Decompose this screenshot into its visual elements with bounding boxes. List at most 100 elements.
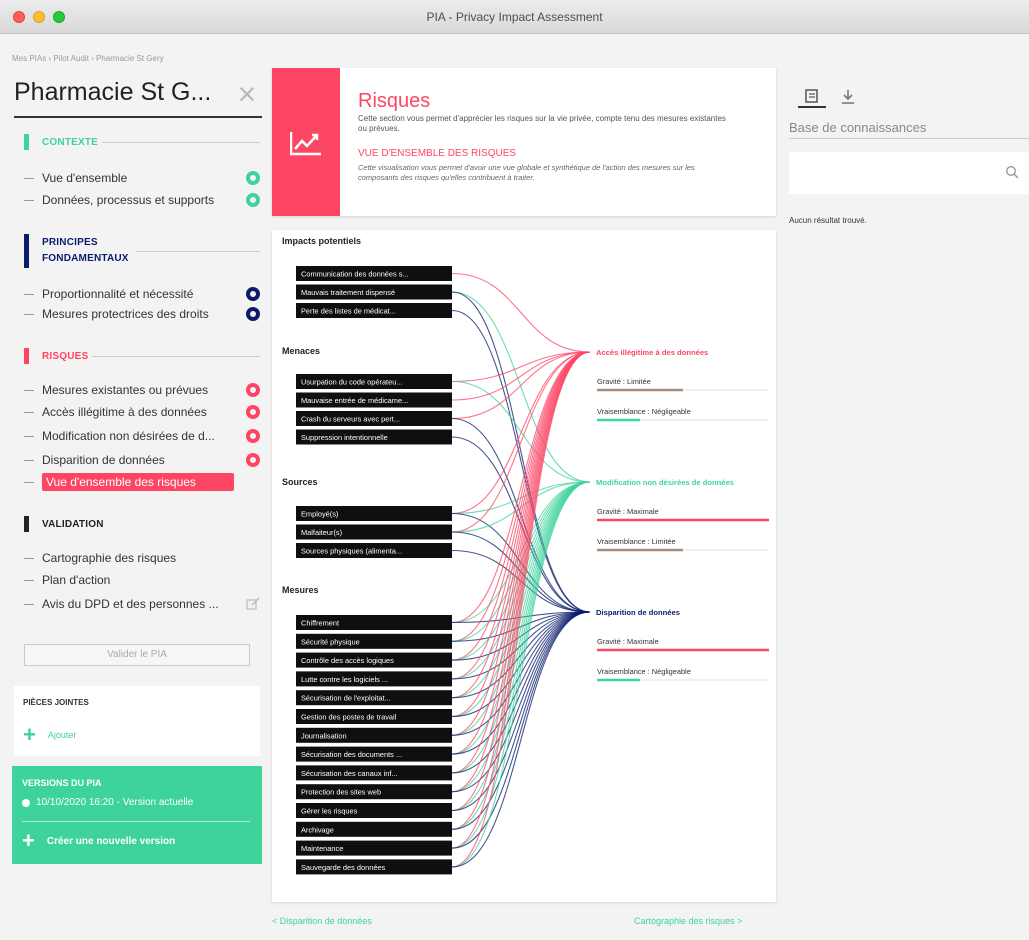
component-node[interactable]: Usurpation du code opérateu... bbox=[296, 374, 452, 389]
window-titlebar: PIA - Privacy Impact Assessment bbox=[0, 0, 1029, 34]
gear-icon bbox=[246, 287, 260, 301]
sidebar-item-label: Disparition de données bbox=[42, 453, 165, 467]
likelihood-label: Vraisemblance : Limitée bbox=[597, 537, 676, 546]
current-version[interactable]: 10/10/2020 16:20 - Version actuelle bbox=[22, 797, 193, 808]
component-node[interactable]: Protection des sites web bbox=[296, 784, 452, 800]
component-node[interactable]: Gérer les risques bbox=[296, 803, 452, 818]
component-node[interactable]: Gestion des postes de travail bbox=[296, 709, 452, 724]
pia-title: Pharmacie St G... bbox=[14, 78, 212, 106]
risk-link bbox=[451, 351, 591, 401]
component-node[interactable]: Crash du serveurs avec pert... bbox=[296, 411, 452, 426]
component-node[interactable]: Sécurité physique bbox=[296, 633, 452, 649]
component-node[interactable]: Sauvegarde des données bbox=[296, 859, 452, 875]
sidebar-item-proportionnalite-et-necessite[interactable]: Proportionnalité et nécessité bbox=[24, 284, 260, 304]
section-rule bbox=[102, 141, 260, 143]
close-icon[interactable]: × bbox=[232, 78, 262, 110]
component-node[interactable]: Sécurisation des canaux inf... bbox=[296, 765, 452, 781]
component-node[interactable]: Suppression intentionnelle bbox=[296, 429, 452, 445]
item-dash bbox=[24, 411, 34, 413]
risk-node[interactable]: Modification non désirées de données Grav… bbox=[596, 478, 769, 552]
likelihood-label: Vraisemblance : Négligeable bbox=[597, 667, 691, 676]
sidebar-item-label: Accès illégitime à des données bbox=[42, 405, 207, 419]
risk-link bbox=[451, 351, 591, 736]
item-dash bbox=[24, 199, 34, 201]
sidebar-item-label: Données, processus et supports bbox=[42, 193, 215, 207]
component-node-label: Lutte contre les logiciels ... bbox=[301, 675, 388, 684]
tab-export[interactable] bbox=[834, 86, 862, 108]
component-node-label: Sécurisation des canaux inf... bbox=[301, 769, 398, 778]
sidebar-item-label: Vue d'ensemble des risques bbox=[42, 473, 234, 491]
component-node[interactable]: Employé(s) bbox=[296, 506, 452, 521]
gear-icon bbox=[246, 193, 260, 207]
sidebar-item-mesures-existantes-ou-prevues[interactable]: Mesures existantes ou prévues bbox=[24, 380, 260, 400]
component-node[interactable]: Journalisation bbox=[296, 727, 452, 743]
sidebar-item-avis-du-dpd-et-des-personnes[interactable]: Avis du DPD et des personnes ... bbox=[24, 594, 260, 614]
component-node-label: Archivage bbox=[301, 825, 334, 834]
component-node-label: Sauvegarde des données bbox=[301, 863, 386, 872]
trend-chart-icon bbox=[290, 132, 321, 156]
search-icon[interactable] bbox=[1005, 165, 1019, 179]
risk-node[interactable]: Accès illégitime à des données Gravité : … bbox=[596, 348, 769, 422]
sidebar-item-vue-d-ensemble-des-risques[interactable]: Vue d'ensemble des risques bbox=[24, 472, 260, 492]
edit-icon[interactable] bbox=[246, 597, 260, 611]
plus-icon: + bbox=[23, 722, 36, 747]
risk-node[interactable]: Disparition de données Gravité : Maximale… bbox=[596, 608, 769, 682]
app: Mes PIAs › Pilot Audit › Pharmacie St Ge… bbox=[0, 34, 1029, 940]
sidebar-item-mesures-protectrices-des-droits[interactable]: Mesures protectrices des droits bbox=[24, 304, 260, 324]
section-subtitle: VUE D'ENSEMBLE DES RISQUES bbox=[358, 148, 517, 159]
component-node[interactable]: Chiffrement bbox=[296, 615, 452, 630]
gear-icon bbox=[246, 453, 260, 467]
next-section-link[interactable]: Cartographie des risques > bbox=[634, 916, 742, 926]
sidebar-item-cartographie-des-risques[interactable]: Cartographie des risques bbox=[24, 548, 260, 568]
component-node-label: Perte des listes de médicat... bbox=[301, 307, 396, 316]
risk-link bbox=[451, 481, 591, 812]
sidebar-item-acces-illegitime-a-des-donnees[interactable]: Accès illégitime à des données bbox=[24, 402, 260, 422]
component-node[interactable]: Sources physiques (alimenta... bbox=[296, 543, 452, 558]
component-node-label: Employé(s) bbox=[301, 510, 338, 519]
item-dash bbox=[24, 603, 34, 605]
component-node[interactable]: Maintenance bbox=[296, 840, 452, 856]
section-title: RISQUES bbox=[42, 350, 89, 362]
gravity-label: Gravité : Limitée bbox=[597, 377, 651, 386]
component-node[interactable]: Sécurisation des documents ... bbox=[296, 746, 452, 762]
current-version-label: 10/10/2020 16:20 - Version actuelle bbox=[36, 797, 194, 808]
component-node[interactable]: Contrôle des accès logiques bbox=[296, 652, 452, 668]
versions-title: VERSIONS DU PIA bbox=[22, 778, 102, 788]
no-results-text: Aucun résultat trouvé. bbox=[789, 216, 867, 225]
component-node[interactable]: Mauvaise entrée de médicame... bbox=[296, 392, 452, 408]
sidebar-item-label: Avis du DPD et des personnes ... bbox=[42, 597, 219, 611]
previous-section-link[interactable]: < Disparition de données bbox=[272, 916, 372, 926]
knowledge-search-input[interactable] bbox=[789, 152, 1029, 194]
gear-icon bbox=[246, 307, 260, 321]
validate-pia-button[interactable]: Valider le PIA bbox=[24, 644, 250, 666]
sidebar-item-vue-d-ensemble[interactable]: Vue d'ensemble bbox=[24, 168, 260, 188]
sidebar-item-modification-non-desirees-de-d[interactable]: Modification non désirées de d... bbox=[24, 426, 260, 446]
risk-overview-graph: Impacts potentiels Communication des donn… bbox=[282, 236, 769, 875]
new-version-button[interactable]: + Créer une nouvelle version bbox=[22, 830, 175, 852]
window-title: PIA - Privacy Impact Assessment bbox=[426, 10, 603, 24]
risk-link bbox=[451, 351, 591, 812]
attachments-title: PIÈCES JOINTES bbox=[23, 698, 89, 707]
component-node[interactable]: Lutte contre les logiciels ... bbox=[296, 671, 452, 687]
radio-dot-icon bbox=[22, 798, 30, 807]
section-title: VALIDATION bbox=[42, 518, 104, 530]
item-dash bbox=[24, 459, 34, 461]
add-attachment-button[interactable]: + Ajouter bbox=[23, 722, 76, 747]
component-node-label: Protection des sites web bbox=[301, 788, 381, 797]
sidebar-item-plan-d-action[interactable]: Plan d'action bbox=[24, 570, 260, 590]
tab-knowledge-base[interactable] bbox=[798, 86, 826, 108]
component-node[interactable]: Mauvais traitement dispensé bbox=[296, 284, 452, 300]
component-node[interactable]: Malfaiteur(s) bbox=[296, 524, 452, 540]
section-rule bbox=[92, 355, 260, 357]
attachments-card: PIÈCES JOINTES + Ajouter bbox=[14, 686, 260, 756]
component-node[interactable]: Communication des données s... bbox=[296, 266, 452, 281]
sidebar-item-donnees-processus-et-supports[interactable]: Données, processus et supports bbox=[24, 190, 260, 210]
sidebar-item-disparition-de-donnees[interactable]: Disparition de données bbox=[24, 450, 260, 470]
component-node[interactable]: Sécurisation de l'exploitat... bbox=[296, 690, 452, 706]
component-node-label: Journalisation bbox=[301, 731, 347, 740]
component-node-label: Suppression intentionnelle bbox=[301, 433, 388, 442]
component-node[interactable]: Archivage bbox=[296, 821, 452, 837]
breadcrumb[interactable]: Mes PIAs › Pilot Audit › Pharmacie St Ge… bbox=[12, 54, 164, 63]
component-node-label: Gestion des postes de travail bbox=[301, 713, 397, 722]
component-node[interactable]: Perte des listes de médicat... bbox=[296, 303, 452, 318]
